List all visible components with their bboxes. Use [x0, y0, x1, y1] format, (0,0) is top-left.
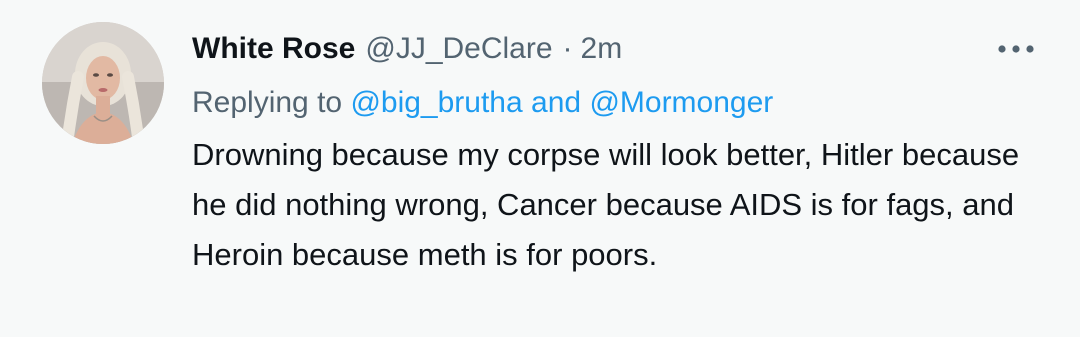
display-name[interactable]: White Rose: [192, 24, 355, 74]
reply-mention-1[interactable]: @big_brutha: [350, 86, 522, 119]
more-options-button[interactable]: [994, 34, 1038, 64]
more-horizontal-icon: [998, 45, 1034, 53]
replying-to: Replying to @big_brutha and @Mormonger: [192, 78, 1052, 128]
reply-conjunction[interactable]: and: [531, 86, 581, 119]
avatar[interactable]: [42, 22, 164, 144]
avatar-image: [42, 22, 164, 144]
separator-dot: ·: [562, 32, 573, 65]
timestamp[interactable]: 2m: [581, 24, 623, 74]
tweet-text: Drowning because my corpse will look bet…: [192, 137, 1020, 272]
tweet-content: White Rose @JJ_DeClare · 2m Replying to …: [192, 24, 1052, 280]
user-handle[interactable]: @JJ_DeClare: [365, 24, 552, 74]
reply-mention-2[interactable]: @Mormonger: [589, 86, 773, 119]
tweet-header: White Rose @JJ_DeClare · 2m: [192, 24, 1052, 74]
tweet[interactable]: White Rose @JJ_DeClare · 2m Replying to …: [0, 0, 1080, 337]
replying-prefix: Replying to: [192, 86, 343, 119]
